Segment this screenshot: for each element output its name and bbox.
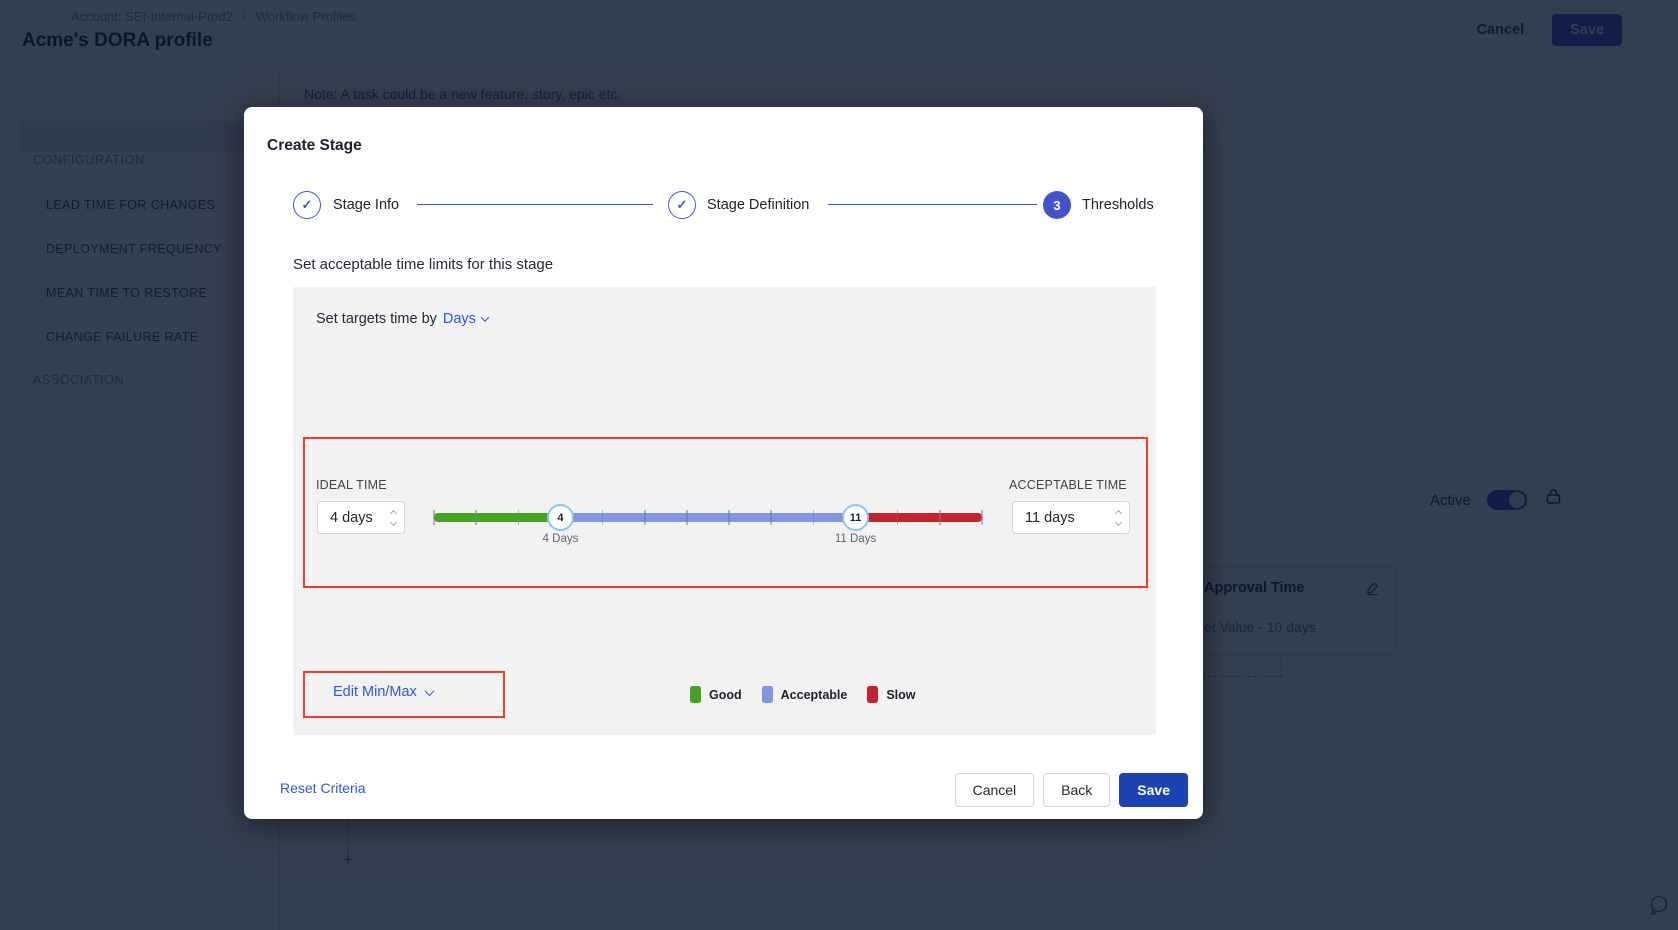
step-1-label: Stage Info	[333, 197, 399, 213]
modal-save-button[interactable]: Save	[1119, 773, 1188, 807]
legend-item-slow: Slow	[867, 686, 915, 703]
stepper-connector-1	[417, 204, 653, 205]
slider-tick	[602, 510, 604, 526]
slider-tick	[939, 510, 941, 526]
slider-tick	[813, 510, 815, 526]
slider-upper-handle-value: 11	[850, 512, 862, 524]
slider-tick	[981, 510, 983, 526]
ideal-time-stepper[interactable]	[385, 511, 396, 525]
slider-tick	[728, 510, 730, 526]
step-2-stage-definition-circle[interactable]: ✓	[668, 191, 696, 219]
acceptable-time-input[interactable]: 11 days	[1012, 501, 1130, 534]
modal-cancel-button[interactable]: Cancel	[955, 773, 1035, 807]
slider-tick	[897, 510, 899, 526]
check-icon: ✓	[677, 197, 688, 213]
slider-upper-label: 11 Days	[835, 533, 876, 545]
slider-segment-good	[434, 513, 560, 522]
modal-subtitle: Set acceptable time limits for this stag…	[293, 256, 553, 273]
slider-upper-handle[interactable]: 11	[842, 504, 869, 531]
set-targets-prefix: Set targets time by	[316, 311, 437, 327]
modal-back-button[interactable]: Back	[1043, 773, 1110, 807]
chevron-down-icon[interactable]	[390, 518, 397, 525]
slider-segment-acceptable	[560, 513, 855, 522]
ideal-time-input[interactable]: 4 days	[317, 501, 405, 534]
slider-tick	[475, 510, 477, 526]
step-1-stage-info-circle[interactable]: ✓	[293, 191, 321, 219]
slider-tick	[433, 510, 435, 526]
step-2-label: Stage Definition	[707, 197, 809, 213]
legend: Good Acceptable Slow	[690, 686, 916, 703]
slider-lower-handle[interactable]: 4	[547, 504, 574, 531]
create-stage-modal: Create Stage ✓ Stage Info ✓ Stage Defini…	[244, 107, 1203, 819]
edit-minmax-label: Edit Min/Max	[333, 684, 417, 700]
chevron-up-icon[interactable]	[1115, 509, 1122, 516]
check-icon: ✓	[302, 197, 313, 213]
modal-title: Create Stage	[267, 137, 362, 155]
slider-lower-handle-value: 4	[557, 512, 563, 524]
chevron-down-icon	[424, 686, 434, 696]
slider-tick	[686, 510, 688, 526]
acceptable-time-stepper[interactable]	[1110, 511, 1121, 525]
step-3-thresholds-circle: 3	[1043, 191, 1071, 219]
stepper-connector-2	[828, 204, 1037, 205]
legend-label: Slow	[886, 688, 915, 702]
legend-label: Good	[709, 688, 742, 702]
step-3-label: Thresholds	[1082, 197, 1154, 213]
slider: 4 11 4 Days 11 Days	[434, 506, 982, 548]
ideal-time-value: 4 days	[330, 510, 385, 526]
modal-footer: Cancel Back Save	[955, 773, 1188, 807]
slider-tick	[644, 510, 646, 526]
time-unit-dropdown[interactable]: Days	[443, 311, 476, 327]
set-targets-row: Set targets time by Days	[316, 311, 488, 327]
acceptable-time-value: 11 days	[1025, 510, 1110, 526]
app-root: Account: SEI-Internal-Prod2 › Workflow P…	[0, 0, 1678, 930]
slider-bar[interactable]	[434, 513, 982, 522]
slider-lower-label: 4 Days	[543, 533, 579, 545]
reset-criteria-link[interactable]: Reset Criteria	[280, 780, 366, 796]
ideal-time-label: IDEAL TIME	[316, 478, 387, 492]
slider-tick	[518, 510, 520, 526]
chevron-down-icon[interactable]	[1115, 518, 1122, 525]
edit-minmax-button[interactable]: Edit Min/Max	[333, 684, 433, 700]
legend-label: Acceptable	[781, 688, 848, 702]
slow-swatch	[867, 686, 878, 703]
chevron-down-icon[interactable]	[481, 313, 489, 321]
slider-tick	[770, 510, 772, 526]
acceptable-time-label: ACCEPTABLE TIME	[1009, 478, 1127, 492]
step-3-number: 3	[1053, 198, 1060, 213]
slider-segment-slow	[856, 513, 982, 522]
legend-item-acceptable: Acceptable	[762, 686, 848, 703]
acceptable-swatch	[762, 686, 773, 703]
good-swatch	[690, 686, 701, 703]
chevron-up-icon[interactable]	[390, 509, 397, 516]
legend-item-good: Good	[690, 686, 742, 703]
